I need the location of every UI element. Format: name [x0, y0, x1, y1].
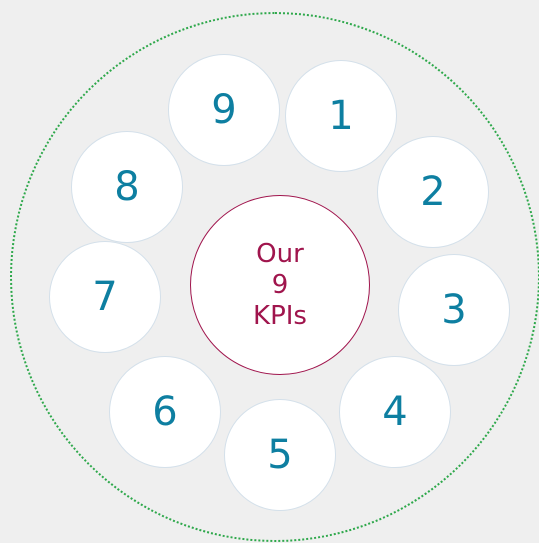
kpi-number: 3 [441, 287, 467, 333]
kpi-number: 6 [152, 389, 178, 435]
kpi-circle-9[interactable]: 9 [168, 54, 280, 166]
kpi-number: 9 [211, 87, 237, 133]
kpi-circle-8[interactable]: 8 [71, 131, 183, 243]
kpi-circle-1[interactable]: 1 [285, 60, 397, 172]
center-line-1: Our [256, 238, 304, 269]
kpi-circle-6[interactable]: 6 [109, 356, 221, 468]
kpi-number: 5 [267, 432, 293, 478]
kpi-number: 1 [328, 93, 354, 139]
kpi-circle-3[interactable]: 3 [398, 254, 510, 366]
center-line-3: KPIs [253, 300, 307, 331]
kpi-circle-5[interactable]: 5 [224, 399, 336, 511]
kpi-number: 7 [92, 274, 118, 320]
kpi-circle-4[interactable]: 4 [339, 356, 451, 468]
kpi-circle-2[interactable]: 2 [377, 136, 489, 248]
center-line-2: 9 [271, 269, 289, 300]
kpi-circle-7[interactable]: 7 [49, 241, 161, 353]
kpi-number: 4 [382, 389, 408, 435]
center-kpi-circle: Our 9 KPIs [190, 195, 370, 375]
kpi-number: 8 [114, 164, 140, 210]
kpi-number: 2 [420, 169, 446, 215]
